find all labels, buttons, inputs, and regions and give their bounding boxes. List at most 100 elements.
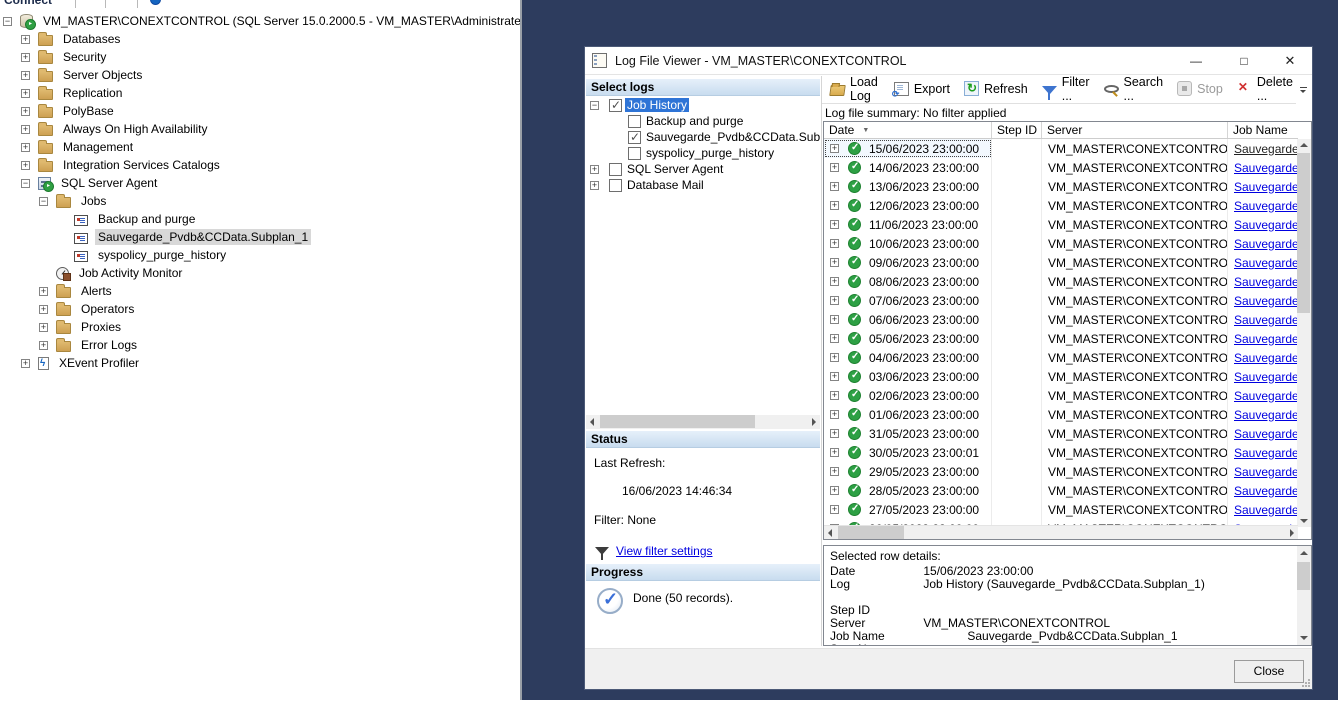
expander-icon[interactable]	[3, 17, 12, 26]
job-name-link[interactable]: Sauvegarde_Pvdb&CCData.Subplan_1	[1234, 332, 1298, 346]
job-name-link[interactable]: Sauvegarde_Pvdb&CCData.Subplan_1	[1234, 389, 1298, 403]
row-expander-icon[interactable]	[830, 144, 839, 153]
scroll-right-icon[interactable]	[807, 415, 820, 428]
row-expander-icon[interactable]	[830, 220, 839, 229]
maximize-button[interactable]: □	[1231, 50, 1257, 72]
select-logs-item[interactable]: SQL Server Agent	[586, 161, 820, 177]
refresh-circle-icon[interactable]	[150, 0, 161, 5]
select-logs-item[interactable]: Backup and purge	[586, 113, 820, 129]
log-table-row[interactable]: 08/06/2023 23:00:00 VM_MASTER\CONEXTCONT…	[824, 272, 1298, 291]
expander-icon[interactable]	[21, 89, 30, 98]
table-horizontal-scrollbar[interactable]	[824, 525, 1298, 539]
tree-item[interactable]: Error Logs	[0, 336, 520, 354]
tree-item[interactable]: Security	[0, 48, 520, 66]
expander-icon[interactable]	[21, 107, 30, 116]
log-table-row[interactable]: 31/05/2023 23:00:00 VM_MASTER\CONEXTCONT…	[824, 424, 1298, 443]
tree-item[interactable]: syspolicy_purge_history	[0, 246, 520, 264]
toolbar-overflow-icon[interactable]	[1299, 87, 1309, 97]
tree-item[interactable]: Alerts	[0, 282, 520, 300]
log-table-row[interactable]: 27/05/2023 23:00:00 VM_MASTER\CONEXTCONT…	[824, 500, 1298, 519]
expander-icon[interactable]	[39, 305, 48, 314]
expander-icon[interactable]	[21, 71, 30, 80]
log-table-row[interactable]: 30/05/2023 23:00:01 VM_MASTER\CONEXTCONT…	[824, 443, 1298, 462]
tree-item[interactable]: Management	[0, 138, 520, 156]
scroll-left-icon[interactable]	[824, 526, 837, 539]
tree-item[interactable]: XEvent Profiler	[0, 354, 520, 372]
scroll-right-icon[interactable]	[1285, 526, 1298, 539]
log-table-row[interactable]: 07/06/2023 23:00:00 VM_MASTER\CONEXTCONT…	[824, 291, 1298, 310]
job-name-link[interactable]: Sauvegarde_Pvdb&CCData.Subplan_1	[1234, 313, 1298, 327]
job-name-link[interactable]: Sauvegarde_Pvdb&CCData.Subplan_1	[1234, 218, 1298, 232]
tree-item[interactable]: Job Activity Monitor	[0, 264, 520, 282]
tree-item[interactable]: Operators	[0, 300, 520, 318]
scroll-left-icon[interactable]	[586, 415, 599, 428]
job-name-link[interactable]: Sauvegarde_Pvdb&CCData.Subplan_1	[1234, 294, 1298, 308]
expander-icon[interactable]	[39, 341, 48, 350]
tree-item[interactable]: Jobs	[0, 192, 520, 210]
expander-icon[interactable]	[21, 179, 30, 188]
resize-grip[interactable]	[1302, 679, 1310, 687]
close-button[interactable]: Close	[1234, 660, 1304, 683]
row-expander-icon[interactable]	[830, 486, 839, 495]
close-window-button[interactable]: ✕	[1277, 50, 1303, 72]
log-table-row[interactable]: 03/06/2023 23:00:00 VM_MASTER\CONEXTCONT…	[824, 367, 1298, 386]
scroll-down-icon[interactable]	[1297, 514, 1310, 527]
checkbox[interactable]	[609, 179, 622, 192]
scrollbar-thumb[interactable]	[1297, 153, 1310, 313]
expander-icon[interactable]	[39, 287, 48, 296]
row-expander-icon[interactable]	[830, 201, 839, 210]
tree-item[interactable]: Sauvegarde_Pvdb&CCData.Subplan_1	[0, 228, 520, 246]
tree-item[interactable]: PolyBase	[0, 102, 520, 120]
checkbox[interactable]	[628, 131, 641, 144]
scrollbar-thumb[interactable]	[1297, 562, 1310, 590]
toolbar-button[interactable]: Stop	[1170, 77, 1230, 101]
row-expander-icon[interactable]	[830, 296, 839, 305]
row-expander-icon[interactable]	[830, 505, 839, 514]
toolbar-button[interactable]: Export	[885, 77, 957, 101]
expander-icon[interactable]	[21, 359, 30, 368]
row-expander-icon[interactable]	[830, 182, 839, 191]
toolbar-button[interactable]: Refresh	[957, 77, 1035, 101]
log-table-row[interactable]: 02/06/2023 23:00:00 VM_MASTER\CONEXTCONT…	[824, 386, 1298, 405]
job-name-link[interactable]: Sauvegarde_Pvdb&CCData.Subplan_1	[1234, 408, 1298, 422]
connect-button[interactable]: Connect	[4, 0, 52, 7]
log-table-row[interactable]: 28/05/2023 23:00:00 VM_MASTER\CONEXTCONT…	[824, 481, 1298, 500]
log-table-row[interactable]: 29/05/2023 23:00:00 VM_MASTER\CONEXTCONT…	[824, 462, 1298, 481]
details-vertical-scrollbar[interactable]	[1297, 546, 1311, 645]
scrollbar-thumb[interactable]	[600, 415, 755, 428]
row-expander-icon[interactable]	[830, 410, 839, 419]
log-table-row[interactable]: 04/06/2023 23:00:00 VM_MASTER\CONEXTCONT…	[824, 348, 1298, 367]
job-name-link[interactable]: Sauvegarde_Pvdb&CCData.Subplan_1	[1234, 237, 1298, 251]
scroll-up-icon[interactable]	[1297, 547, 1310, 560]
job-name-link[interactable]: Sauvegarde_Pvdb&CCData.Subplan_1	[1234, 465, 1298, 479]
select-logs-horizontal-scrollbar[interactable]	[586, 415, 820, 429]
expander-icon[interactable]	[590, 165, 599, 174]
log-table-row[interactable]: 14/06/2023 23:00:00 VM_MASTER\CONEXTCONT…	[824, 158, 1298, 177]
row-expander-icon[interactable]	[830, 277, 839, 286]
row-expander-icon[interactable]	[830, 372, 839, 381]
select-logs-item[interactable]: syspolicy_purge_history	[586, 145, 820, 161]
row-expander-icon[interactable]	[830, 258, 839, 267]
job-name-link[interactable]: Sauvegarde_Pvdb&CCData.Subplan_1	[1234, 199, 1298, 213]
column-header-job-name[interactable]: Job Name	[1228, 122, 1298, 138]
row-expander-icon[interactable]	[830, 391, 839, 400]
job-name-link[interactable]: Sauvegarde_Pvdb&CCData.Subplan_1	[1234, 275, 1298, 289]
tree-item[interactable]: SQL Server Agent	[0, 174, 520, 192]
tree-item[interactable]: VM_MASTER\CONEXTCONTROL (SQL Server 15.0…	[0, 12, 520, 30]
log-table-row[interactable]: 05/06/2023 23:00:00 VM_MASTER\CONEXTCONT…	[824, 329, 1298, 348]
job-name-link[interactable]: Sauvegarde_Pvdb&CCData.Subplan_1	[1234, 351, 1298, 365]
job-name-link[interactable]: Sauvegarde_Pvdb&CCData.Subplan_1	[1234, 142, 1298, 156]
tree-item[interactable]: Backup and purge	[0, 210, 520, 228]
job-name-link[interactable]: Sauvegarde_Pvdb&CCData.Subplan_1	[1234, 370, 1298, 384]
log-table-row[interactable]: 06/06/2023 23:00:00 VM_MASTER\CONEXTCONT…	[824, 310, 1298, 329]
log-table-row[interactable]: 15/06/2023 23:00:00 VM_MASTER\CONEXTCONT…	[824, 139, 1298, 158]
minimize-button[interactable]: —	[1183, 50, 1209, 72]
job-name-link[interactable]: Sauvegarde_Pvdb&CCData.Subplan_1	[1234, 161, 1298, 175]
checkbox[interactable]	[609, 163, 622, 176]
column-header-step-id[interactable]: Step ID	[992, 122, 1042, 138]
job-name-link[interactable]: Sauvegarde_Pvdb&CCData.Subplan_1	[1234, 256, 1298, 270]
expander-icon[interactable]	[21, 35, 30, 44]
log-table-row[interactable]: 12/06/2023 23:00:00 VM_MASTER\CONEXTCONT…	[824, 196, 1298, 215]
expander-icon[interactable]	[21, 53, 30, 62]
log-table-row[interactable]: 13/06/2023 23:00:00 VM_MASTER\CONEXTCONT…	[824, 177, 1298, 196]
